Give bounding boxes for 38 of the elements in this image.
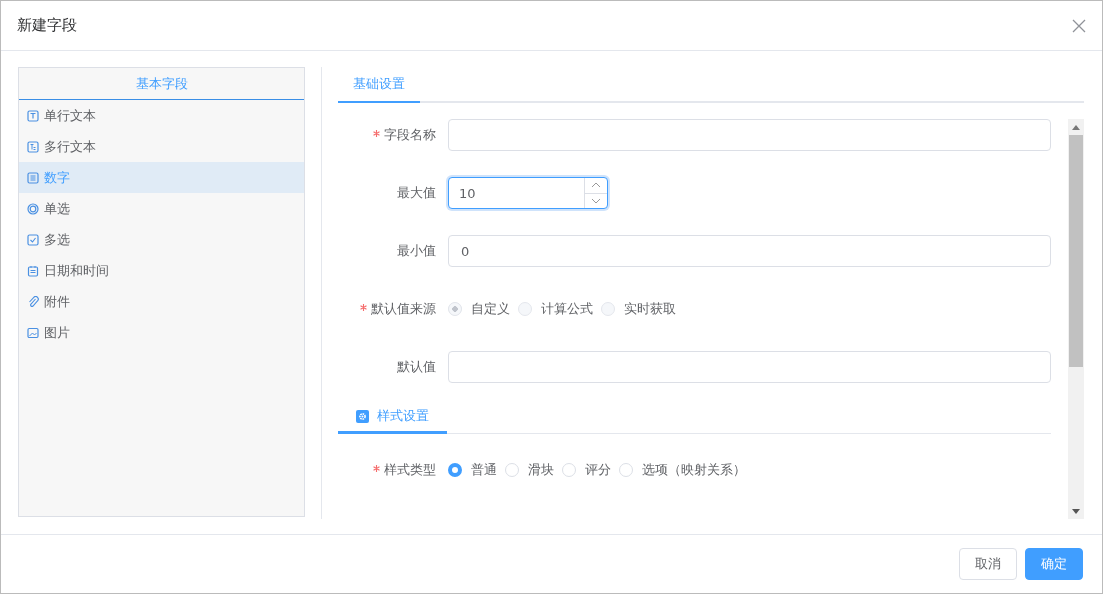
field-label: 字段名称 — [384, 127, 436, 142]
radio-option[interactable]: 选项（映射关系） — [619, 461, 746, 479]
dialog-title: 新建字段 — [17, 16, 77, 35]
scroll-down-icon[interactable] — [1072, 508, 1080, 514]
radio-option[interactable]: 普通 — [448, 461, 497, 479]
attachment-type-icon — [27, 295, 39, 308]
text-field[interactable] — [448, 351, 1051, 383]
checkbox-type-icon — [27, 233, 39, 246]
number-type-icon — [27, 171, 39, 184]
text-field[interactable]: 0 — [448, 235, 1051, 267]
panel-title: 基本字段 — [19, 68, 304, 100]
radio-option[interactable]: 评分 — [562, 461, 611, 479]
field-type-item[interactable]: 图片 — [19, 317, 304, 348]
text-field[interactable] — [448, 119, 1051, 151]
text-type-icon — [27, 109, 39, 122]
field-label: 默认值 — [397, 359, 436, 374]
close-icon[interactable] — [1072, 18, 1086, 33]
field-label: 最大值 — [397, 185, 436, 200]
radio-type-icon — [27, 202, 39, 215]
field-type-item[interactable]: 单选 — [19, 193, 304, 224]
number-field[interactable]: 10 — [448, 177, 608, 209]
radio-option[interactable]: 滑块 — [505, 461, 554, 479]
field-type-item[interactable]: 多行文本 — [19, 131, 304, 162]
settings-icon — [356, 409, 369, 423]
date-type-icon — [27, 264, 39, 277]
cancel-button[interactable]: 取消 — [959, 548, 1017, 580]
scroll-up-icon[interactable] — [1072, 124, 1080, 130]
number-value[interactable]: 10 — [449, 178, 584, 208]
field-type-item[interactable]: 单行文本 — [19, 100, 304, 131]
field-type-item[interactable]: 附件 — [19, 286, 304, 317]
field-type-item[interactable]: 日期和时间 — [19, 255, 304, 286]
field-label: 最小值 — [397, 243, 436, 258]
textarea-type-icon — [27, 140, 39, 153]
field-label: 默认值来源 — [371, 301, 436, 316]
image-type-icon — [27, 326, 39, 339]
scrollbar[interactable] — [1068, 119, 1084, 519]
field-type-item[interactable]: 多选 — [19, 224, 304, 255]
field-label: 样式类型 — [384, 462, 436, 477]
